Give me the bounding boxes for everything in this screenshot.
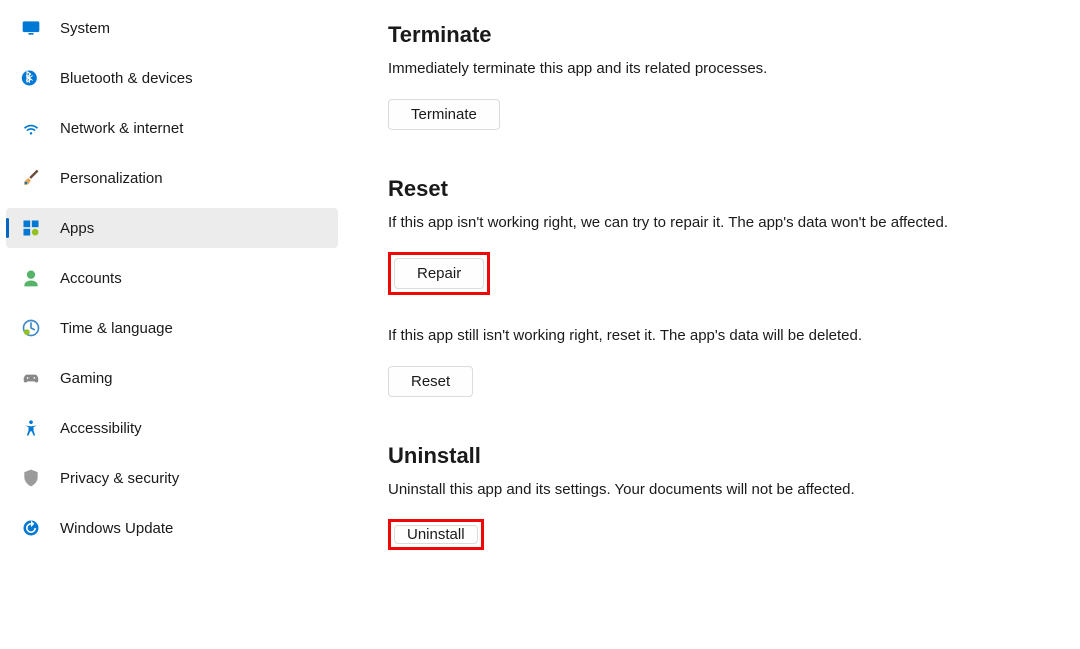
sidebar-item-label: System (60, 20, 110, 37)
gamepad-icon (20, 367, 42, 389)
terminate-heading: Terminate (388, 22, 1080, 48)
repair-button[interactable]: Repair (394, 258, 484, 289)
repair-highlight: Repair (388, 252, 490, 295)
update-icon (20, 517, 42, 539)
sidebar-item-network[interactable]: Network & internet (6, 108, 338, 148)
sidebar-item-label: Apps (60, 220, 94, 237)
sidebar-item-gaming[interactable]: Gaming (6, 358, 338, 398)
sidebar-item-label: Privacy & security (60, 470, 179, 487)
terminate-description: Immediately terminate this app and its r… (388, 58, 968, 81)
sidebar-item-label: Accessibility (60, 420, 142, 437)
reset-repair-description: If this app isn't working right, we can … (388, 212, 968, 235)
uninstall-highlight: Uninstall (388, 519, 484, 550)
sidebar-item-bluetooth[interactable]: Bluetooth & devices (6, 58, 338, 98)
wifi-icon (20, 117, 42, 139)
sidebar-item-label: Windows Update (60, 520, 173, 537)
sidebar-item-label: Bluetooth & devices (60, 70, 193, 87)
reset-button[interactable]: Reset (388, 366, 473, 397)
sidebar-item-windows-update[interactable]: Windows Update (6, 508, 338, 548)
terminate-button[interactable]: Terminate (388, 99, 500, 130)
settings-sidebar: System Bluetooth & devices Network & int… (0, 0, 350, 649)
sidebar-item-apps[interactable]: Apps (6, 208, 338, 248)
sidebar-item-label: Network & internet (60, 120, 183, 137)
uninstall-button[interactable]: Uninstall (394, 525, 478, 544)
monitor-icon (20, 17, 42, 39)
apps-icon (20, 217, 42, 239)
shield-icon (20, 467, 42, 489)
sidebar-item-label: Personalization (60, 170, 163, 187)
sidebar-item-privacy[interactable]: Privacy & security (6, 458, 338, 498)
app-settings-content: Terminate Immediately terminate this app… (350, 0, 1080, 649)
sidebar-item-accessibility[interactable]: Accessibility (6, 408, 338, 448)
uninstall-heading: Uninstall (388, 443, 1080, 469)
clock-globe-icon (20, 317, 42, 339)
sidebar-item-system[interactable]: System (6, 8, 338, 48)
brush-icon (20, 167, 42, 189)
reset-heading: Reset (388, 176, 1080, 202)
sidebar-item-label: Accounts (60, 270, 122, 287)
sidebar-item-accounts[interactable]: Accounts (6, 258, 338, 298)
sidebar-item-label: Time & language (60, 320, 173, 337)
person-icon (20, 267, 42, 289)
accessibility-icon (20, 417, 42, 439)
sidebar-item-time-language[interactable]: Time & language (6, 308, 338, 348)
sidebar-item-personalization[interactable]: Personalization (6, 158, 338, 198)
uninstall-description: Uninstall this app and its settings. You… (388, 479, 968, 502)
reset-description: If this app still isn't working right, r… (388, 325, 968, 348)
bluetooth-icon (20, 67, 42, 89)
sidebar-item-label: Gaming (60, 370, 113, 387)
